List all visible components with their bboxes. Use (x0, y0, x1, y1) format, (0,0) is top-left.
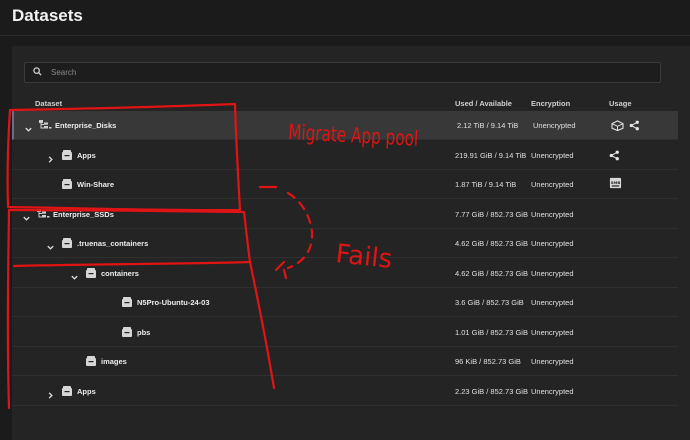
annotation-box-ssds-left (6, 208, 11, 410)
share-icon (629, 118, 640, 136)
encryption-status: Unencrypted (531, 239, 574, 248)
used-available: 1.87 TiB / 9.14 TiB (455, 180, 517, 189)
pool-row[interactable]: Enterprise_Disks 2.12 TiB / 9.14 TiB Unenc… (12, 111, 678, 140)
dataset-row[interactable]: pbs 1.01 GiB / 852.73 GiB Unencrypted (12, 318, 678, 347)
chevron-right-icon[interactable] (46, 387, 55, 399)
smb-icon: SMB (609, 177, 622, 195)
encryption-status: Unencrypted (531, 386, 574, 396)
encryption-status: Unencrypted (531, 357, 574, 366)
used-available: 2.12 TiB / 9.14 TiB (457, 121, 519, 130)
datasets-card: Dataset Used / Available Encryption Usag… (12, 46, 690, 440)
dataset-row[interactable]: Win-Share 1.87 TiB / 9.14 TiB Unencrypted S… (12, 170, 678, 199)
used-available: 4.62 GiB / 852.73 GiB (455, 239, 528, 248)
share-icon (609, 148, 620, 166)
used-available: 1.01 GiB / 852.73 GiB (455, 327, 528, 337)
encryption-status: Unencrypted (531, 150, 574, 160)
dataset-row[interactable]: Apps 2.23 GiB / 852.73 GiB Unencrypted (12, 377, 678, 406)
dataset-icon (120, 295, 134, 309)
search-box[interactable] (24, 62, 661, 83)
dataset-name: pbs (137, 327, 151, 337)
dataset-icon (60, 148, 74, 162)
encryption-status: Unencrypted (533, 121, 576, 130)
dataset-icon (60, 236, 74, 250)
dataset-icon (84, 266, 98, 280)
chevron-down-icon[interactable] (22, 210, 31, 221)
dataset-name: N5Pro-Ubuntu-24-03 (137, 298, 210, 307)
encryption-status: Unencrypted (531, 209, 574, 219)
chevron-down-icon[interactable] (24, 121, 33, 132)
column-header-dataset[interactable]: Dataset (35, 99, 62, 108)
dataset-name: Win-Share (77, 180, 115, 189)
encryption-status: Unencrypted (531, 180, 574, 189)
dataset-row[interactable]: Apps 219.91 GiB / 9.14 TiB Unencrypted (12, 141, 678, 170)
used-available: 96 KiB / 852.73 GiB (455, 357, 521, 366)
used-available: 4.62 GiB / 852.73 GiB (455, 268, 528, 278)
column-header-encryption[interactable]: Encryption (531, 99, 570, 108)
used-available: 219.91 GiB / 9.14 TiB (455, 150, 527, 160)
dataset-row[interactable]: .truenas_containers 4.62 GiB / 852.73 GiB… (12, 229, 678, 258)
chevron-down-icon[interactable] (70, 269, 79, 280)
encryption-status: Unencrypted (531, 327, 574, 337)
encryption-status: Unencrypted (531, 268, 574, 278)
pool-icon (38, 118, 52, 132)
dataset-icon (60, 384, 74, 398)
used-available: 3.6 GiB / 852.73 GiB (455, 298, 524, 307)
dataset-row[interactable]: N5Pro-Ubuntu-24-03 3.6 GiB / 852.73 GiB Un… (12, 288, 678, 317)
chevron-down-icon[interactable] (46, 239, 55, 250)
search-input[interactable] (51, 65, 651, 80)
dataset-name: Apps (77, 150, 96, 160)
dataset-name: Apps (77, 386, 96, 396)
page-title: Datasets (12, 6, 83, 25)
column-header-used[interactable]: Used / Available (455, 99, 512, 108)
used-available: 7.77 GiB / 852.73 GiB (455, 209, 528, 219)
encryption-status: Unencrypted (531, 298, 574, 307)
chevron-right-icon[interactable] (46, 151, 55, 163)
header-divider (0, 35, 690, 36)
dataset-name: images (101, 357, 127, 366)
dataset-row[interactable]: images 96 KiB / 852.73 GiB Unencrypted (12, 347, 678, 376)
dataset-icon (120, 325, 134, 339)
pool-row[interactable]: Enterprise_SSDs 7.77 GiB / 852.73 GiB Unen… (12, 200, 678, 229)
dataset-name: containers (101, 268, 139, 278)
dataset-name: .truenas_containers (77, 239, 149, 248)
svg-text:SMB: SMB (611, 180, 621, 185)
dataset-name: Enterprise_SSDs (53, 209, 114, 219)
pool-icon (36, 207, 50, 221)
used-available: 2.23 GiB / 852.73 GiB (455, 386, 528, 396)
column-header-usage[interactable]: Usage (609, 99, 632, 108)
dataset-name: Enterprise_Disks (55, 121, 117, 130)
dataset-row[interactable]: containers 4.62 GiB / 852.73 GiB Unencrypt… (12, 259, 678, 288)
search-icon (33, 67, 42, 76)
dataset-icon (84, 354, 98, 368)
apps-icon (611, 118, 624, 136)
dataset-icon (60, 177, 74, 191)
